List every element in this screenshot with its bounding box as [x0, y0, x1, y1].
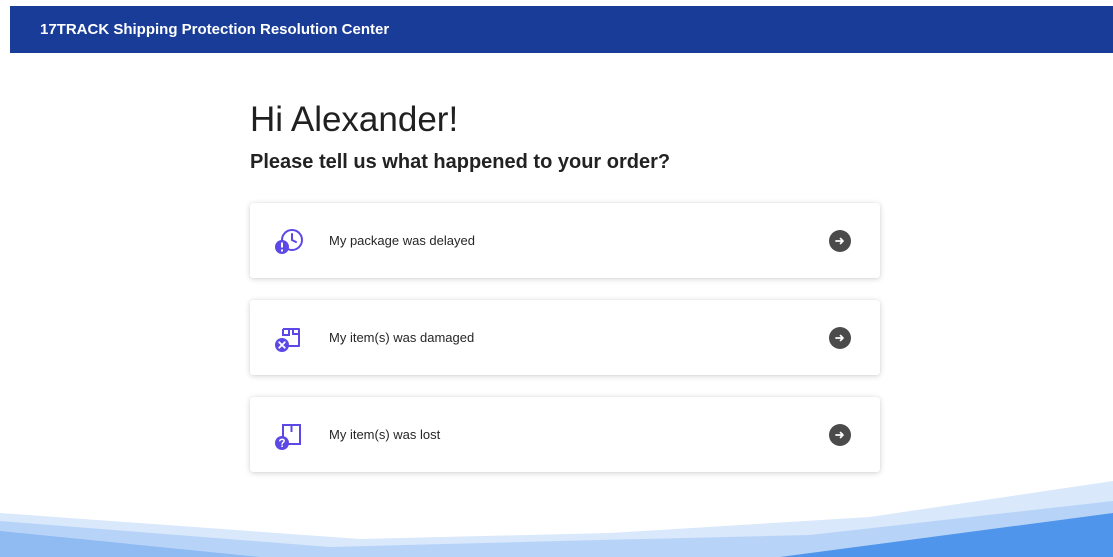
arrow-right-icon[interactable]	[829, 424, 851, 446]
option-label-lost: My item(s) was lost	[329, 427, 441, 442]
option-label-damaged: My item(s) was damaged	[329, 330, 475, 345]
site-header: 17TRACK Shipping Protection Resolution C…	[10, 6, 1113, 53]
issue-options-list: My package was delayed My item(s) was da…	[250, 203, 880, 472]
arrow-right-icon[interactable]	[829, 327, 851, 349]
main-content: Hi Alexander! Please tell us what happen…	[250, 97, 880, 494]
lost-item-icon	[275, 423, 301, 450]
delayed-package-icon	[275, 228, 303, 254]
arrow-icon-glyph	[835, 237, 844, 245]
arrow-icon-glyph	[835, 431, 844, 439]
option-item-damaged[interactable]: My item(s) was damaged	[250, 300, 880, 375]
option-label-delayed: My package was delayed	[329, 233, 475, 248]
question-heading: Please tell us what happened to your ord…	[250, 151, 671, 173]
option-item-lost[interactable]: My item(s) was lost	[250, 397, 880, 472]
greeting-heading: Hi Alexander!	[250, 100, 459, 139]
damaged-item-icon	[275, 327, 300, 352]
option-package-delayed[interactable]: My package was delayed	[250, 203, 880, 278]
decorative-footer-waves	[0, 481, 1113, 557]
arrow-icon-glyph	[835, 334, 844, 342]
header-title: 17TRACK Shipping Protection Resolution C…	[40, 21, 390, 38]
resolution-center-page: 17TRACK Shipping Protection Resolution C…	[0, 0, 1113, 557]
arrow-right-icon[interactable]	[829, 230, 851, 252]
